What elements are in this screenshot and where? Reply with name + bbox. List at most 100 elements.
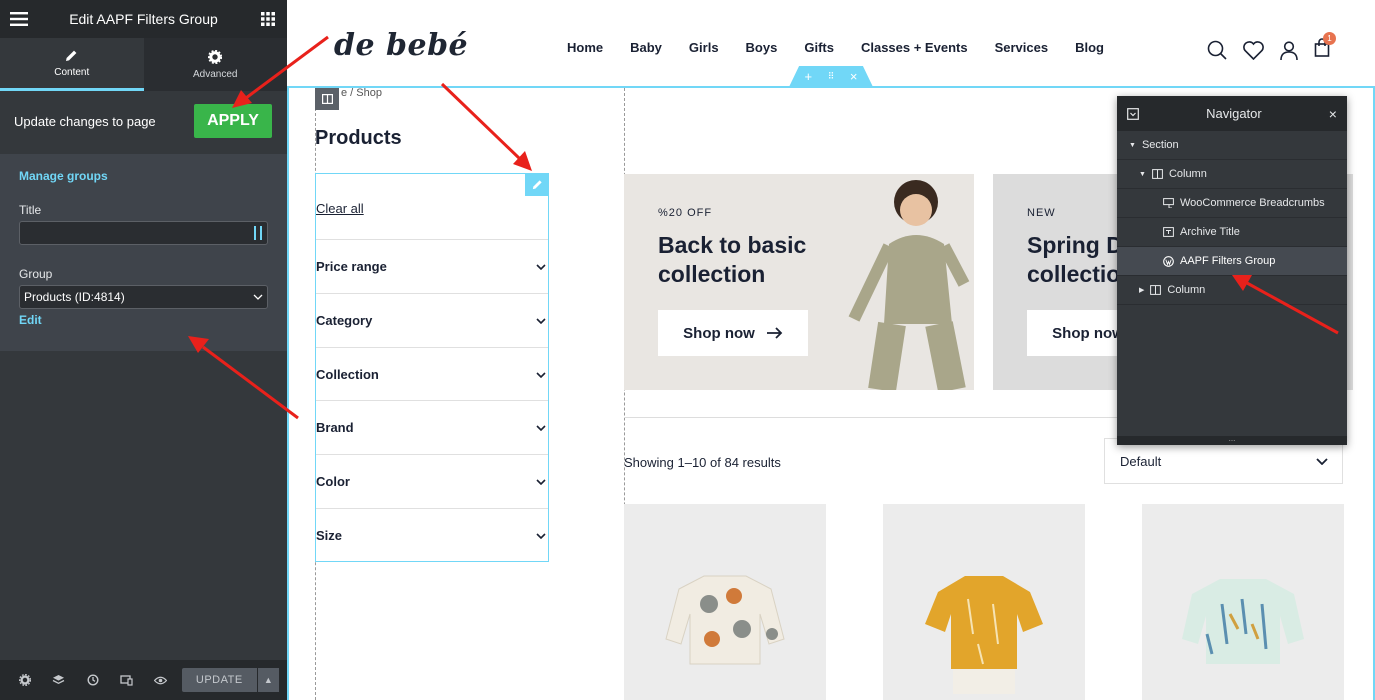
controls-section: Manage groups Title Group Products (ID:4… — [0, 154, 287, 351]
column-icon — [1150, 285, 1162, 295]
filter-brand[interactable]: Brand — [316, 400, 548, 454]
manage-groups-link[interactable]: Manage groups — [19, 169, 268, 183]
filter-category[interactable]: Category — [316, 293, 548, 347]
product-card[interactable] — [1142, 504, 1344, 700]
navigator-header: Navigator × — [1117, 96, 1347, 131]
filter-label: Collection — [316, 367, 379, 382]
search-icon[interactable] — [1207, 40, 1227, 60]
sort-select-value: Default — [1120, 453, 1162, 469]
site-logo[interactable]: de bebé — [334, 28, 468, 63]
nav-item-gifts[interactable]: Gifts — [804, 40, 834, 55]
update-options-caret-icon[interactable]: ▲ — [257, 668, 280, 692]
settings-icon[interactable] — [8, 674, 42, 686]
page-title: Products — [315, 127, 402, 149]
filter-collection[interactable]: Collection — [316, 347, 548, 401]
result-count: Showing 1–10 of 84 results — [624, 455, 781, 470]
chevron-down-icon — [1316, 457, 1328, 465]
editor-panel: Edit AAPF Filters Group Content Advanced… — [0, 0, 287, 700]
edit-widget-pencil-icon[interactable] — [525, 173, 549, 196]
group-select[interactable]: Products (ID:4814) — [19, 285, 268, 309]
column-icon — [1152, 169, 1163, 179]
nav-item-boys[interactable]: Boys — [746, 40, 778, 55]
sweater-product-image — [665, 575, 785, 665]
cart[interactable]: 1 — [1314, 32, 1336, 62]
product-card[interactable] — [624, 504, 826, 700]
chevron-down-icon — [536, 424, 546, 431]
navigator-item-archive-title[interactable]: Archive Title — [1117, 218, 1347, 247]
layers-icon[interactable] — [42, 674, 76, 686]
shop-now-label: Shop now — [683, 324, 755, 342]
menu-icon[interactable] — [10, 10, 28, 28]
navigator-item-label: Archive Title — [1180, 226, 1240, 238]
update-button[interactable]: UPDATE — [181, 668, 257, 692]
add-section-icon[interactable]: + — [805, 69, 813, 84]
drag-handle-icon[interactable]: ⠿ — [828, 71, 835, 82]
history-icon[interactable] — [76, 674, 110, 686]
apply-button[interactable]: APPLY — [194, 104, 272, 138]
filter-color[interactable]: Color — [316, 454, 548, 508]
navigator-item-section[interactable]: ▼ Section — [1117, 131, 1347, 160]
column-handle-icon[interactable] — [315, 88, 339, 110]
title-label: Title — [19, 203, 42, 217]
filter-label: Price range — [316, 259, 387, 274]
collapse-all-icon[interactable] — [1127, 107, 1139, 120]
navigator-item-label: AAPF Filters Group — [1180, 255, 1276, 267]
caret-right-icon[interactable]: ▶ — [1139, 286, 1144, 294]
filter-price-range[interactable]: Price range — [316, 239, 548, 293]
panel-header: Edit AAPF Filters Group — [0, 0, 287, 38]
chevron-down-icon — [253, 294, 263, 300]
edit-group-link[interactable]: Edit — [19, 313, 268, 327]
tab-content-label: Content — [54, 66, 90, 78]
nav-item-blog[interactable]: Blog — [1075, 40, 1104, 55]
tab-advanced[interactable]: Advanced — [144, 38, 288, 91]
navigator-panel: Navigator × ▼ Section ▼ Column WooCommer… — [1117, 96, 1347, 445]
nav-item-services[interactable]: Services — [995, 40, 1049, 55]
navigator-item-column[interactable]: ▼ Column — [1117, 160, 1347, 189]
gear-icon — [208, 49, 223, 64]
delete-section-icon[interactable]: × — [850, 69, 858, 84]
panel-title: Edit AAPF Filters Group — [69, 11, 218, 27]
navigator-item-woocommerce-breadcrumbs[interactable]: WooCommerce Breadcrumbs — [1117, 189, 1347, 218]
filter-size[interactable]: Size — [316, 508, 548, 562]
archive-title-widget-icon — [1163, 227, 1174, 237]
navigator-item-label: Column — [1167, 284, 1206, 296]
panel-footer: UPDATE ▲ — [0, 660, 287, 700]
caret-down-icon[interactable]: ▼ — [1139, 171, 1146, 178]
navigator-resize-handle[interactable]: ... — [1117, 435, 1347, 445]
filter-label: Brand — [316, 420, 354, 435]
pencil-icon — [66, 50, 77, 61]
preview-eye-icon[interactable] — [144, 676, 178, 685]
aapf-filters-group: Clear all Price range Category Collectio… — [315, 173, 549, 562]
filter-label: Category — [316, 313, 373, 328]
account-user-icon[interactable] — [1280, 40, 1298, 60]
wishlist-heart-icon[interactable] — [1243, 40, 1264, 60]
title-input[interactable] — [19, 221, 268, 245]
caret-down-icon[interactable]: ▼ — [1129, 142, 1136, 149]
widgets-grid-icon[interactable] — [259, 10, 277, 28]
nav-item-home[interactable]: Home — [567, 40, 603, 55]
group-label: Group — [19, 267, 53, 281]
chevron-down-icon — [536, 478, 546, 485]
nav-item-girls[interactable]: Girls — [689, 40, 719, 55]
chevron-down-icon — [536, 371, 546, 378]
dynamic-tags-icon[interactable] — [254, 226, 262, 240]
section-handle[interactable]: + ⠿ × — [789, 66, 873, 87]
responsive-icon[interactable] — [110, 674, 144, 686]
banner-title: Back to basic collection — [658, 231, 806, 289]
group-select-value: Products (ID:4814) — [24, 290, 125, 304]
shop-now-button[interactable]: Shop now — [658, 310, 808, 356]
update-changes-text: Update changes to page — [14, 113, 156, 129]
breadcrumbs-widget-icon — [1163, 198, 1174, 208]
navigator-item-label: Section — [1141, 139, 1179, 151]
close-icon[interactable]: × — [1329, 106, 1337, 122]
navigator-item-column[interactable]: ▶ Column — [1117, 276, 1347, 305]
product-card[interactable] — [883, 504, 1085, 700]
girl-photo-illustration — [848, 180, 970, 390]
nav-item-baby[interactable]: Baby — [630, 40, 662, 55]
main-nav: Home Baby Girls Boys Gifts Classes + Eve… — [567, 40, 1104, 55]
nav-item-classes-events[interactable]: Classes + Events — [861, 40, 968, 55]
filter-label: Color — [316, 474, 350, 489]
navigator-item-aapf-filters-group[interactable]: AAPF Filters Group — [1117, 247, 1347, 276]
clear-all-link[interactable]: Clear all — [316, 201, 364, 216]
tab-content[interactable]: Content — [0, 38, 144, 91]
